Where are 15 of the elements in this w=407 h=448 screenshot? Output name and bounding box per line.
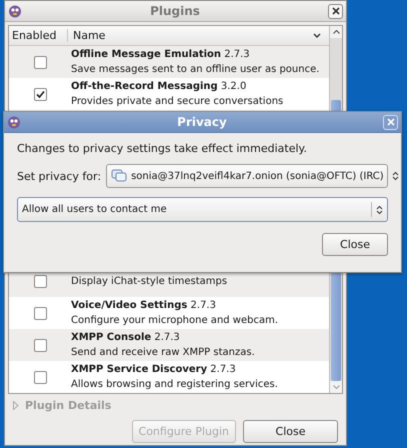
plugin-description: Save messages sent to an offline user as pounce. [71,63,320,77]
field-label: Set privacy for: [17,170,102,182]
plugin-description: Provides private and secure conversations [71,95,284,109]
plugin-description: Send and receive raw XMPP stanzas. [71,346,255,360]
plugin-name: XMPP Console 2.7.3 [71,331,181,345]
plugin-name: Off-the-Record Messaging 3.2.0 [71,80,248,94]
info-text: Changes to privacy settings take effect immediately. [17,142,308,155]
plugin-name: XMPP Service Discovery 2.7.3 [71,363,237,377]
window-title: Plugins [149,4,201,18]
plugin-description: Display iChat-style timestamps [71,274,228,288]
plugin-name: Voice/Video Settings 2.7.3 [71,299,217,313]
plugin-name: Offline Message Emulation 2.7.3 [71,48,251,62]
window-title: Privacy [176,115,228,129]
plugin-description: Allows browsing and registering services. [71,378,278,392]
plugin-description: Configure your microphone and webcam. [71,314,278,328]
